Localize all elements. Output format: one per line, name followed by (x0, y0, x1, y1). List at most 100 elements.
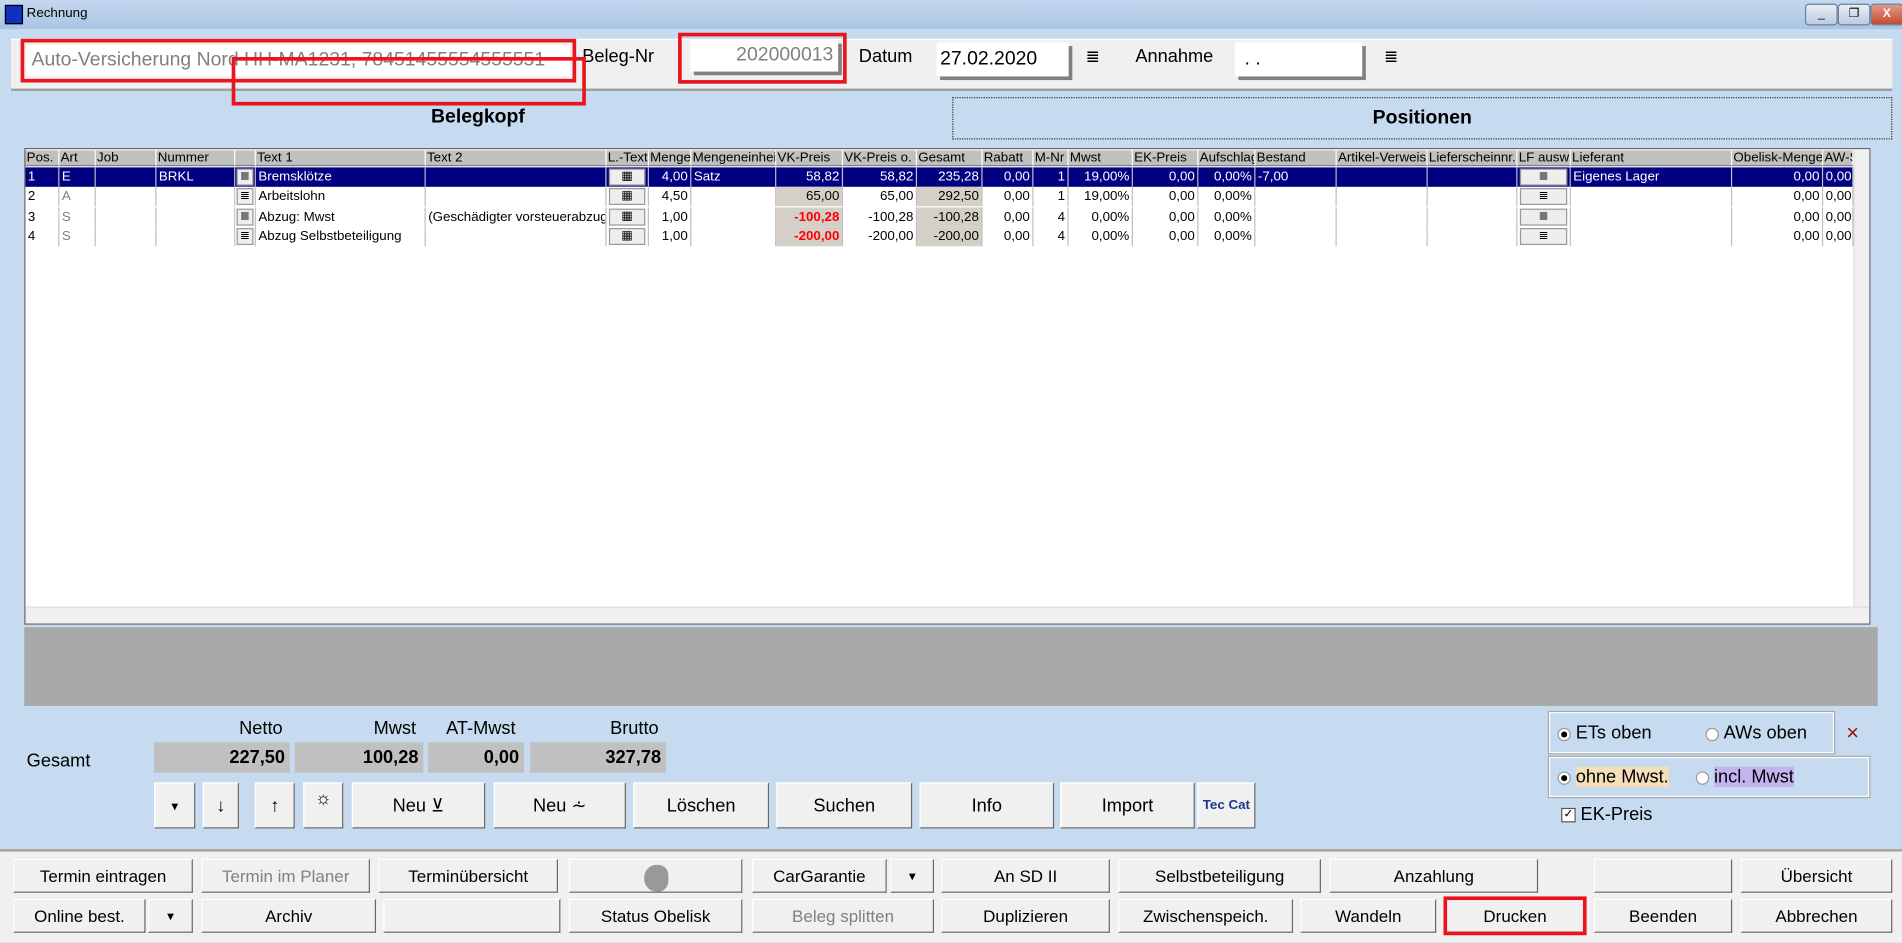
cell-gesamt[interactable]: 292,50 (917, 187, 983, 207)
cell-nummer[interactable] (156, 187, 236, 207)
table-row[interactable]: 4 S ≣ Abzug Selbstbeteiligung ▦ 1,00 -200,00 -2… (25, 226, 1854, 247)
anzahlung-button[interactable]: Anzahlung (1329, 858, 1539, 893)
cell-text-1[interactable]: Abzug: Mwst (256, 206, 426, 227)
supplier-select-icon[interactable]: ≣ (1519, 188, 1568, 206)
cell-bestand[interactable] (1255, 226, 1337, 247)
an-sd-ii-button[interactable]: An SD II (941, 858, 1110, 893)
cell-art[interactable]: S (59, 226, 96, 247)
restore-button[interactable]: ❐ (1837, 3, 1871, 26)
long-text-icon[interactable]: ▦ (608, 168, 646, 186)
ets-oben-radio[interactable]: ETs oben (1557, 723, 1652, 744)
supplier-select-icon[interactable]: ≣ (1519, 168, 1568, 186)
zwischenspeich--button[interactable]: Zwischenspeich. (1118, 898, 1294, 933)
cell-m-nr[interactable]: 1 (1033, 167, 1069, 187)
column-header[interactable]: Mwst (1068, 150, 1133, 167)
annahme-input[interactable]: . . (1234, 42, 1363, 77)
table-row[interactable]: 1 E BRKL ≣ Bremsklötze ▦ 4,00 Satz 58,82 58,82 235… (25, 167, 1854, 187)
aws-oben-radio[interactable]: AWs oben (1705, 723, 1807, 744)
suchen-button[interactable]: Suchen (776, 782, 913, 829)
cell-aufschlag[interactable]: 0,00% (1198, 206, 1256, 227)
archiv-button[interactable]: Archiv (201, 898, 377, 933)
cell-menge[interactable]: 1,00 (649, 226, 692, 247)
minimize-button[interactable]: _ (1804, 3, 1838, 26)
column-header[interactable]: AW-S (1823, 150, 1854, 167)
selbstbeteiligung-button[interactable]: Selbstbeteiligung (1118, 858, 1321, 893)
cell-lieferscheinnr-[interactable] (1428, 206, 1518, 227)
dropdown-button[interactable]: ▾ (890, 858, 935, 893)
cell-rabatt[interactable]: 0,00 (983, 187, 1034, 207)
cell-mwst[interactable]: 19,00% (1068, 167, 1133, 187)
date-picker-icon[interactable]: ≣ (1086, 46, 1100, 67)
blank-button[interactable] (383, 898, 561, 933)
column-header[interactable]: Mengeneinheit (691, 150, 777, 167)
ohne-mwst-radio[interactable]: ohne Mwst. (1557, 766, 1669, 788)
text-picker-icon[interactable]: ≣ (236, 188, 254, 206)
column-header[interactable]: Lieferscheinnr. (1427, 150, 1518, 167)
cell-obelisk-menge[interactable]: 0,00 (1732, 187, 1824, 207)
cell-lieferant[interactable] (1571, 206, 1733, 227)
duplizieren-button[interactable]: Duplizieren (941, 898, 1110, 933)
text-picker-icon[interactable]: ≣ (236, 227, 254, 245)
wandeln-button[interactable]: Wandeln (1300, 898, 1437, 933)
cell-text-1[interactable]: Abzug Selbstbeteiligung (256, 226, 426, 247)
dropdown-button[interactable]: ▾ (154, 782, 196, 829)
datum-input[interactable]: 27.02.2020 (936, 42, 1069, 77)
status-obelisk-button[interactable]: Status Obelisk (568, 898, 743, 933)
column-header[interactable]: Artikel-Verweis (1336, 150, 1428, 167)
cargarantie-button[interactable]: CarGarantie (752, 858, 887, 893)
cell-menge[interactable]: 4,50 (649, 187, 692, 207)
annahme-picker-icon[interactable]: ≣ (1384, 46, 1398, 67)
teccat-button[interactable]: Tec Cat (1197, 782, 1256, 829)
cell-aw-s[interactable]: 0,00 (1823, 187, 1854, 207)
cell-menge[interactable]: 1,00 (649, 206, 692, 227)
cell-mengeneinheit[interactable]: Satz (691, 167, 777, 187)
cell-lieferant[interactable] (1571, 187, 1733, 207)
cell-job[interactable] (96, 187, 157, 207)
column-header[interactable]: Pos. (25, 150, 60, 167)
cell-mwst[interactable]: 0,00% (1069, 206, 1133, 227)
column-header[interactable]: M-Nr (1033, 150, 1069, 167)
long-text-icon[interactable]: ▦ (608, 208, 646, 226)
cell-vk-preis[interactable]: 65,00 (776, 187, 844, 207)
cell-mengeneinheit[interactable] (691, 206, 777, 227)
cell-job[interactable] (96, 226, 157, 247)
cell-m-nr[interactable]: 1 (1033, 187, 1069, 207)
cell-text-2[interactable] (426, 187, 607, 207)
column-header[interactable]: Nummer (156, 150, 236, 167)
cell-lieferant[interactable]: Eigenes Lager (1570, 167, 1733, 187)
neu-above-button[interactable]: Neu ⩪ (493, 782, 626, 829)
cell-vk-preis[interactable]: 58,82 (776, 167, 844, 187)
column-header[interactable]: Job (95, 150, 157, 167)
beleg-nr-input[interactable]: 202000013 (690, 40, 839, 72)
cell-obelisk-menge[interactable]: 0,00 (1732, 226, 1824, 247)
column-header[interactable]: LF ausw. (1517, 150, 1571, 167)
cell-pos-[interactable]: 1 (25, 167, 60, 187)
column-header[interactable]: Obelisk-Menge (1732, 150, 1824, 167)
termin-eintragen-button[interactable]: Termin eintragen (13, 858, 193, 893)
cell-vk-preis-o-[interactable]: 58,82 (843, 167, 918, 187)
cell-aufschlag[interactable]: 0,00% (1198, 187, 1256, 207)
gear-icon[interactable]: ☼ (303, 782, 344, 829)
cell-text-1[interactable]: Bremsklötze (255, 167, 426, 187)
cell-mwst[interactable]: 19,00% (1069, 187, 1133, 207)
cell-lieferscheinnr-[interactable] (1428, 187, 1518, 207)
horizontal-scrollbar[interactable] (25, 606, 1870, 624)
table-row[interactable]: 3 S ≣ Abzug: Mwst (Geschädigter vorsteuerabz… (25, 206, 1854, 227)
cell-lieferant[interactable] (1571, 226, 1733, 247)
supplier-select-icon[interactable]: ≣ (1519, 227, 1568, 245)
cell-mengeneinheit[interactable] (691, 187, 777, 207)
cell-m-nr[interactable]: 4 (1033, 226, 1069, 247)
cell-vk-preis[interactable]: -200,00 (776, 226, 844, 247)
cell-gesamt[interactable]: -100,28 (917, 206, 983, 227)
beleg-splitten-button[interactable]: Beleg splitten (752, 898, 935, 933)
cell-text-1[interactable]: Arbeitslohn (256, 187, 426, 207)
column-header[interactable]: Gesamt (917, 150, 983, 167)
cell-nummer[interactable] (156, 226, 236, 247)
cell-bestand[interactable] (1255, 206, 1337, 227)
import-button[interactable]: Import (1060, 782, 1195, 829)
cell-vk-preis-o-[interactable]: -200,00 (843, 226, 918, 247)
column-header[interactable]: Text 2 (425, 150, 607, 167)
cell-art[interactable]: E (59, 167, 96, 187)
drucken-button[interactable]: Drucken (1443, 896, 1587, 936)
cell-nummer[interactable] (156, 206, 236, 227)
